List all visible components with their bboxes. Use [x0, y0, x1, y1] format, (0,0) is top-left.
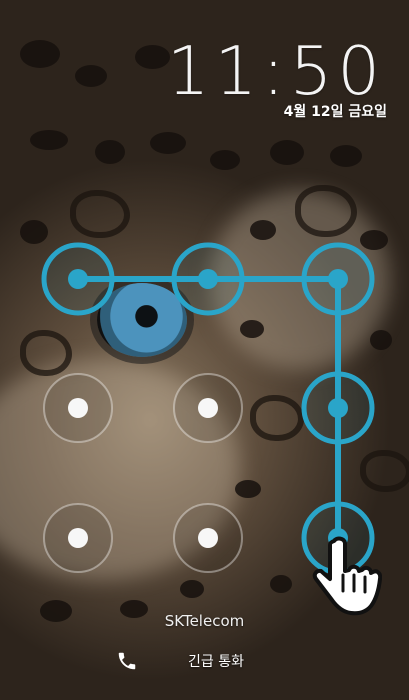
- pattern-dot-r2c1[interactable]: [43, 373, 113, 443]
- phone-icon: [116, 650, 138, 672]
- pattern-dot-r1c3[interactable]: [301, 242, 375, 316]
- lock-screen: 11:50 4월 12일 금요일 SKTelecom 긴급 통화: [0, 0, 409, 700]
- hand-pointer-icon: [312, 536, 382, 616]
- pattern-dot-r2c3[interactable]: [301, 371, 375, 445]
- pattern-dot-r1c2[interactable]: [171, 242, 245, 316]
- emergency-call-button[interactable]: 긴급 통화: [116, 647, 296, 675]
- emergency-call-label: 긴급 통화: [188, 654, 244, 670]
- pattern-dot-r3c2[interactable]: [173, 503, 243, 573]
- pattern-dot-r3c1[interactable]: [43, 503, 113, 573]
- pattern-dot-r2c2[interactable]: [173, 373, 243, 443]
- pattern-dot-r1c1[interactable]: [41, 242, 115, 316]
